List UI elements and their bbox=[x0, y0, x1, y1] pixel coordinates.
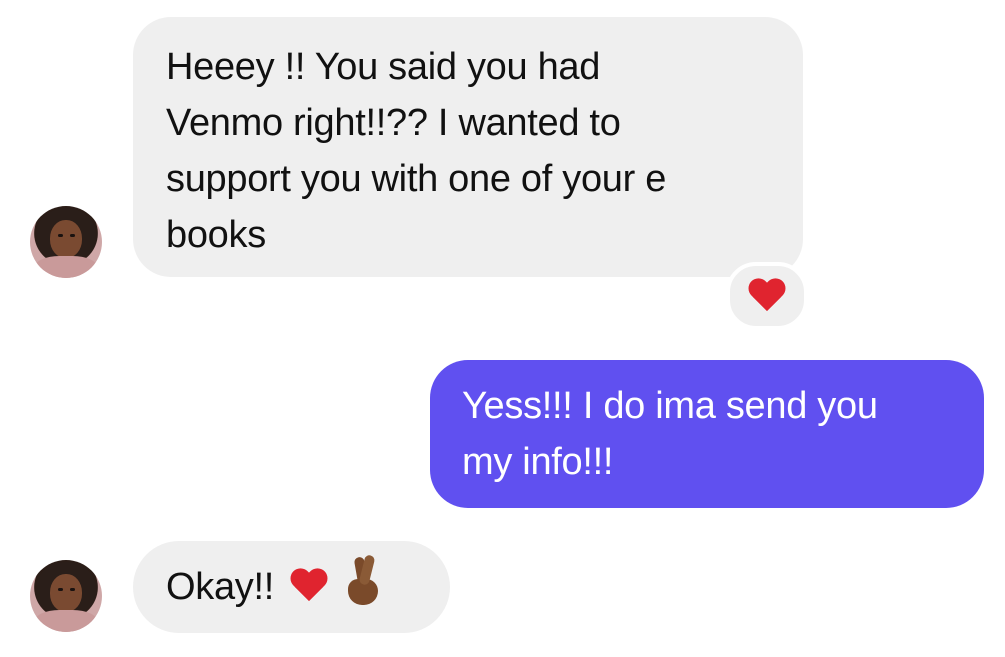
message-text-line: my info!!! bbox=[462, 441, 614, 483]
avatar-eye bbox=[70, 234, 75, 237]
outgoing-message-bubble[interactable]: Yess!!! I do ima send you my info!!! bbox=[430, 360, 984, 508]
avatar-face bbox=[50, 220, 82, 258]
contact-avatar[interactable] bbox=[30, 206, 102, 278]
message-text-line: Yess!!! I do ima send you bbox=[462, 385, 878, 427]
avatar-shirt bbox=[34, 610, 98, 632]
avatar-face bbox=[50, 574, 82, 612]
contact-avatar[interactable] bbox=[30, 560, 102, 632]
message-text-line: Heeey !! You said you had bbox=[166, 46, 601, 88]
message-text-line: books bbox=[166, 214, 266, 256]
incoming-message-bubble[interactable]: Heeey !! You said you had Venmo right!!?… bbox=[133, 17, 803, 277]
avatar-eye bbox=[58, 588, 63, 591]
red-heart-icon bbox=[748, 279, 786, 313]
incoming-message-bubble[interactable]: Okay!! bbox=[133, 541, 450, 633]
avatar-shirt bbox=[34, 256, 98, 278]
avatar-eye bbox=[70, 588, 75, 591]
red-heart-icon bbox=[290, 569, 328, 603]
message-text-line: Venmo right!!?? I wanted to bbox=[166, 102, 621, 144]
message-text: Okay!! bbox=[166, 566, 275, 608]
heart-reaction-badge[interactable] bbox=[726, 262, 808, 330]
avatar-eye bbox=[58, 234, 63, 237]
crossed-fingers-icon bbox=[344, 554, 380, 605]
message-text-line: support you with one of your e bbox=[166, 158, 667, 200]
